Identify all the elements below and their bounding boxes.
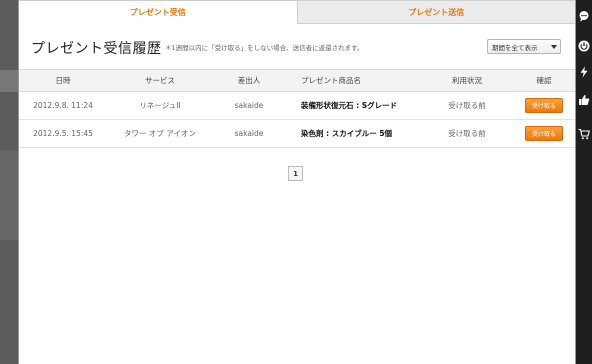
chevron-down-icon [548,40,560,53]
row-date: 2012.9.8. 11:24 [33,101,93,110]
power-icon[interactable] [578,40,590,52]
row-item-name: 装備形状復元石 : Sグレード [301,101,398,110]
row-sender: sakaide [234,129,264,138]
column-header-service: サービス [145,76,175,85]
row-service: リネージュII [139,101,181,110]
row-item-name: 染色剤 : スカイブルー 5個 [301,129,393,138]
row-date: 2012.9.5. 15:45 [33,129,93,138]
right-sidebar-rail [576,0,592,364]
row-sender: sakaide [234,101,264,110]
left-strip-band [0,70,18,92]
column-header-status: 利用状況 [452,76,482,85]
tab-present-sent[interactable]: プレゼント送信 [296,0,575,24]
chat-bubble-icon[interactable] [578,10,590,22]
pagination-page-1[interactable]: 1 [288,166,303,181]
column-header-sender: 差出人 [237,76,261,85]
page-title: プレゼント受信履歴 [31,41,162,57]
row-status: 受け取る前 [448,129,486,138]
tab-present-received[interactable]: プレゼント受信 [19,0,297,24]
left-strip-band [0,150,18,240]
received-history-table: 日時 サービス 差出人 プレゼント商品名 利用状況 確認 2012.9.8. 1… [19,69,575,148]
column-header-date: 日時 [55,76,71,85]
row-service: タワー オブ アイオン [124,129,196,138]
table-row: 2012.9.5. 15:45 タワー オブ アイオン sakaide 染色剤 … [19,120,575,148]
tab-bar: プレゼント受信 プレゼント送信 [19,0,575,24]
like-icon[interactable] [578,94,590,106]
table-header: 日時 サービス 差出人 プレゼント商品名 利用状況 確認 [19,69,575,92]
column-header-item: プレゼント商品名 [301,76,361,85]
period-filter-value: 期間を全て表示 [492,43,538,52]
return-notice: ＊1週間以内に「受け取る」をしない場合、送信者に返還されます。 [165,44,364,52]
receive-button[interactable]: 受け取る [525,126,563,141]
lightning-icon[interactable] [578,66,590,78]
left-background-strip [0,0,18,364]
row-action-cell: 受け取る [513,126,575,141]
column-header-confirm: 確認 [536,76,552,85]
table-row: 2012.9.8. 11:24 リネージュII sakaide 装備形状復元石 … [19,92,575,120]
row-status: 受け取る前 [448,101,486,110]
period-filter-select[interactable]: 期間を全て表示 [487,39,561,54]
row-action-cell: 受け取る [513,98,575,113]
cart-icon[interactable] [578,128,590,140]
present-panel: プレゼント受信 プレゼント送信 プレゼント受信履歴 ＊1週間以内に「受け取る」を… [18,0,576,364]
receive-button[interactable]: 受け取る [525,98,563,113]
